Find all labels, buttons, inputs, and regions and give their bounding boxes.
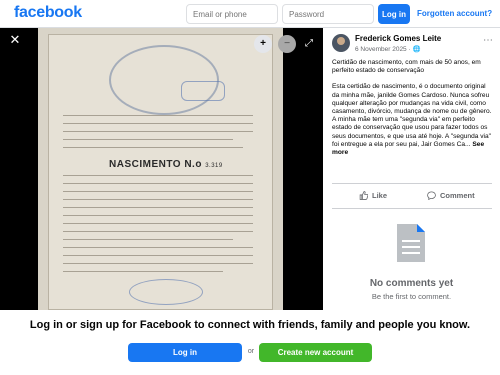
comment-icon: [427, 190, 436, 200]
login-prompt-title: Log in or sign up for Facebook to connec…: [29, 319, 471, 331]
post-side-panel: Frederick Gomes Leite 6 November 2025 · …: [323, 28, 500, 310]
be-first-text: Be the first to comment.: [371, 292, 452, 301]
post-body: Certidão de nascimento, com mais de 50 a…: [332, 59, 492, 165]
close-icon[interactable]: ✕: [8, 33, 22, 47]
registry-stamp-bottom: [129, 279, 203, 305]
divider: [332, 208, 492, 209]
password-field[interactable]: [282, 4, 374, 24]
header-login-button[interactable]: Log in: [378, 4, 410, 24]
forgot-account-link[interactable]: Forgotten account?: [417, 9, 492, 18]
post-text-main: Esta certidão de nascimento, é o documen…: [332, 83, 492, 157]
more-options-icon[interactable]: ⋯: [483, 35, 493, 46]
comment-label: Comment: [440, 190, 475, 200]
like-icon: [359, 190, 368, 200]
post-text-intro: Certidão de nascimento, com mais de 50 a…: [332, 59, 481, 75]
post-date[interactable]: 6 November 2025 · 🌐: [355, 45, 421, 53]
no-comments-heading: No comments yet: [369, 278, 454, 289]
empty-comments-icon: [397, 224, 425, 262]
republic-seal: [109, 45, 219, 115]
registry-stamp: [181, 81, 225, 101]
or-separator: or: [247, 348, 255, 355]
zoom-in-icon[interactable]: +: [254, 35, 272, 53]
top-bar: facebook Log in Forgotten account?: [0, 0, 500, 28]
facebook-logo[interactable]: facebook: [14, 4, 82, 22]
comment-button[interactable]: Comment: [427, 188, 475, 202]
fullscreen-icon[interactable]: ⤢: [302, 35, 316, 53]
avatar[interactable]: [332, 34, 350, 52]
globe-icon: 🌐: [412, 46, 421, 53]
document-title: NASCIMENTO N.o 3.319: [109, 159, 223, 170]
document-paper: NASCIMENTO N.o 3.319: [48, 34, 273, 310]
divider: [332, 183, 492, 184]
like-label: Like: [372, 190, 388, 200]
like-button[interactable]: Like: [359, 188, 387, 202]
create-account-button[interactable]: Create new account: [259, 343, 372, 362]
birth-certificate-photo: NASCIMENTO N.o 3.319: [38, 28, 283, 310]
post-author[interactable]: Frederick Gomes Leite: [355, 34, 441, 43]
login-prompt-banner: Log in or sign up for Facebook to connec…: [0, 310, 500, 375]
login-button[interactable]: Log in: [128, 343, 242, 362]
email-field[interactable]: [186, 4, 278, 24]
photo-viewer: NASCIMENTO N.o 3.319: [0, 28, 323, 310]
zoom-out-icon[interactable]: −: [278, 35, 296, 53]
